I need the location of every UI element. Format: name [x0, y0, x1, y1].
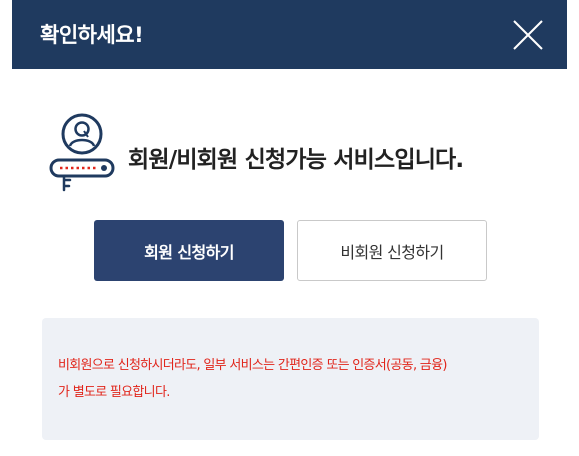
modal-header: 확인하세요! — [12, 0, 567, 69]
modal-title: 확인하세요! — [40, 23, 144, 47]
service-availability-text: 회원/비회원 신청가능 서비스입니다. — [128, 147, 464, 173]
notice-text: 비회원으로 신청하시더라도, 일부 서비스는 간편인증 또는 인증서(공동, 금… — [58, 352, 528, 406]
notice-line-2: 가 별도로 필요합니다. — [58, 385, 170, 400]
service-availability: 회원/비회원 신청가능 서비스입니다. — [46, 108, 464, 200]
close-icon — [513, 20, 543, 50]
confirm-modal: 확인하세요! 회원/비회원 신청가능 서비스입니다. 회원 신청하기 비회원 신… — [0, 0, 579, 456]
member-apply-button[interactable]: 회원 신청하기 — [94, 220, 284, 281]
notice-box: 비회원으로 신청하시더라도, 일부 서비스는 간편인증 또는 인증서(공동, 금… — [42, 318, 539, 440]
notice-line-1: 비회원으로 신청하시더라도, 일부 서비스는 간편인증 또는 인증서(공동, 금… — [58, 358, 447, 373]
nonmember-apply-button[interactable]: 비회원 신청하기 — [297, 220, 487, 281]
close-button[interactable] — [511, 18, 545, 52]
person-id-card-icon — [49, 113, 115, 192]
